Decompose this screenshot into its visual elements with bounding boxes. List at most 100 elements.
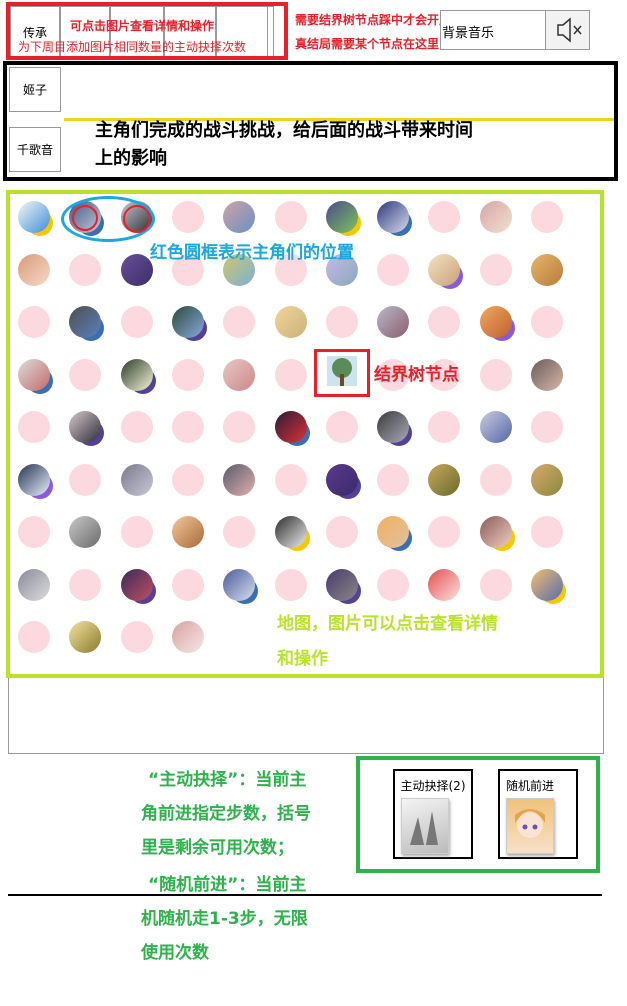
map-node-picture[interactable] — [480, 411, 512, 443]
map-node-empty[interactable] — [531, 516, 563, 548]
map-node-picture[interactable] — [18, 359, 53, 394]
map-node-picture[interactable] — [18, 569, 50, 601]
map-node-empty[interactable] — [172, 411, 204, 443]
map-node-empty[interactable] — [18, 621, 50, 653]
map-node-picture[interactable] — [121, 569, 156, 604]
map-node-picture[interactable] — [223, 359, 255, 391]
map-node-picture[interactable] — [18, 254, 50, 286]
active-choice-button[interactable]: 主动抉择(2) — [393, 769, 473, 859]
map-node-picture[interactable] — [531, 464, 563, 496]
map-node-empty[interactable] — [480, 359, 512, 391]
map-node-empty[interactable] — [531, 411, 563, 443]
map-node-empty[interactable] — [121, 411, 153, 443]
map-node-picture[interactable] — [428, 464, 460, 496]
map-node-empty[interactable] — [69, 254, 101, 286]
map-node-empty[interactable] — [480, 254, 512, 286]
map-node-picture[interactable] — [172, 621, 204, 653]
map-node-image — [172, 516, 204, 548]
map-node-image — [172, 621, 204, 653]
map-node-picture[interactable] — [69, 621, 101, 653]
mute-button[interactable] — [545, 10, 590, 50]
map-node-empty[interactable] — [531, 201, 563, 233]
map-node-empty[interactable] — [18, 306, 50, 338]
map-node-empty[interactable] — [69, 569, 101, 601]
map-node-empty[interactable] — [480, 464, 512, 496]
map-node-picture[interactable] — [18, 201, 53, 236]
map-node-picture[interactable] — [377, 201, 412, 236]
map-node-empty[interactable] — [172, 359, 204, 391]
map-node-picture[interactable] — [223, 569, 258, 604]
map-node-picture[interactable] — [172, 516, 204, 548]
map-node-image — [223, 359, 255, 391]
map-node-empty[interactable] — [480, 569, 512, 601]
map-node-empty[interactable] — [377, 254, 409, 286]
map-node-picture[interactable] — [480, 516, 515, 551]
map-node-picture[interactable] — [18, 464, 53, 499]
map-node-picture[interactable] — [326, 569, 361, 604]
map-node-empty[interactable] — [69, 464, 101, 496]
map-node-picture[interactable] — [531, 569, 566, 604]
map-node-picture[interactable] — [377, 516, 412, 551]
random-move-button[interactable]: 随机前进 — [498, 769, 578, 859]
map-node-picture[interactable] — [326, 464, 361, 499]
map-node-picture[interactable] — [69, 306, 104, 341]
map-node-empty[interactable] — [172, 201, 204, 233]
map-node-empty[interactable] — [326, 516, 358, 548]
map-node-empty[interactable] — [223, 411, 255, 443]
map-node-image — [480, 201, 512, 233]
map-node-picture[interactable] — [275, 306, 307, 338]
skill-desc-5: 机随机走1-3步，无限 — [141, 909, 308, 929]
map-node-empty[interactable] — [428, 411, 460, 443]
map-node-empty[interactable] — [275, 201, 307, 233]
map-node-picture[interactable] — [480, 306, 515, 341]
map-node-empty[interactable] — [121, 516, 153, 548]
map-node-empty[interactable] — [377, 464, 409, 496]
map-node-empty[interactable] — [377, 569, 409, 601]
map-node-picture[interactable] — [480, 201, 512, 233]
protagonist-marker-2[interactable] — [123, 205, 151, 233]
map-note-2: 和操作 — [277, 649, 328, 669]
map-node-empty[interactable] — [275, 569, 307, 601]
map-node-picture[interactable] — [172, 306, 207, 341]
map-node-picture[interactable] — [531, 254, 563, 286]
tree-node-icon[interactable] — [327, 356, 357, 386]
map-node-empty[interactable] — [18, 411, 50, 443]
map-node-empty[interactable] — [326, 306, 358, 338]
map-node-picture[interactable] — [223, 464, 255, 496]
map-node-empty[interactable] — [428, 306, 460, 338]
map-node-empty[interactable] — [172, 569, 204, 601]
map-node-picture[interactable] — [377, 306, 409, 338]
character-himeko-button[interactable]: 姬子 — [9, 67, 61, 112]
map-node-picture[interactable] — [531, 359, 563, 391]
map-node-picture[interactable] — [428, 254, 463, 289]
map-node-picture[interactable] — [121, 254, 153, 286]
map-node-image — [69, 306, 101, 338]
map-node-picture[interactable] — [275, 516, 310, 551]
protagonist-marker-1[interactable] — [72, 205, 98, 231]
map-node-picture[interactable] — [377, 411, 412, 446]
map-node-image — [326, 464, 358, 496]
map-node-empty[interactable] — [121, 306, 153, 338]
map-node-empty[interactable] — [531, 306, 563, 338]
map-node-picture[interactable] — [223, 201, 255, 233]
map-node-picture[interactable] — [69, 516, 101, 548]
map-node-image — [531, 569, 563, 601]
map-node-picture[interactable] — [121, 359, 156, 394]
character-chikane-button[interactable]: 千歌音 — [9, 127, 61, 172]
map-node-picture[interactable] — [69, 411, 104, 446]
map-node-empty[interactable] — [69, 359, 101, 391]
map-node-empty[interactable] — [428, 516, 460, 548]
map-node-empty[interactable] — [223, 306, 255, 338]
map-node-picture[interactable] — [121, 464, 153, 496]
map-node-empty[interactable] — [172, 464, 204, 496]
map-node-empty[interactable] — [275, 464, 307, 496]
map-node-picture[interactable] — [326, 201, 361, 236]
map-node-picture[interactable] — [275, 411, 310, 446]
map-node-picture[interactable] — [428, 569, 460, 601]
map-node-empty[interactable] — [326, 411, 358, 443]
map-node-empty[interactable] — [275, 359, 307, 391]
map-node-empty[interactable] — [18, 516, 50, 548]
map-node-empty[interactable] — [223, 516, 255, 548]
map-node-empty[interactable] — [121, 621, 153, 653]
map-node-empty[interactable] — [428, 201, 460, 233]
